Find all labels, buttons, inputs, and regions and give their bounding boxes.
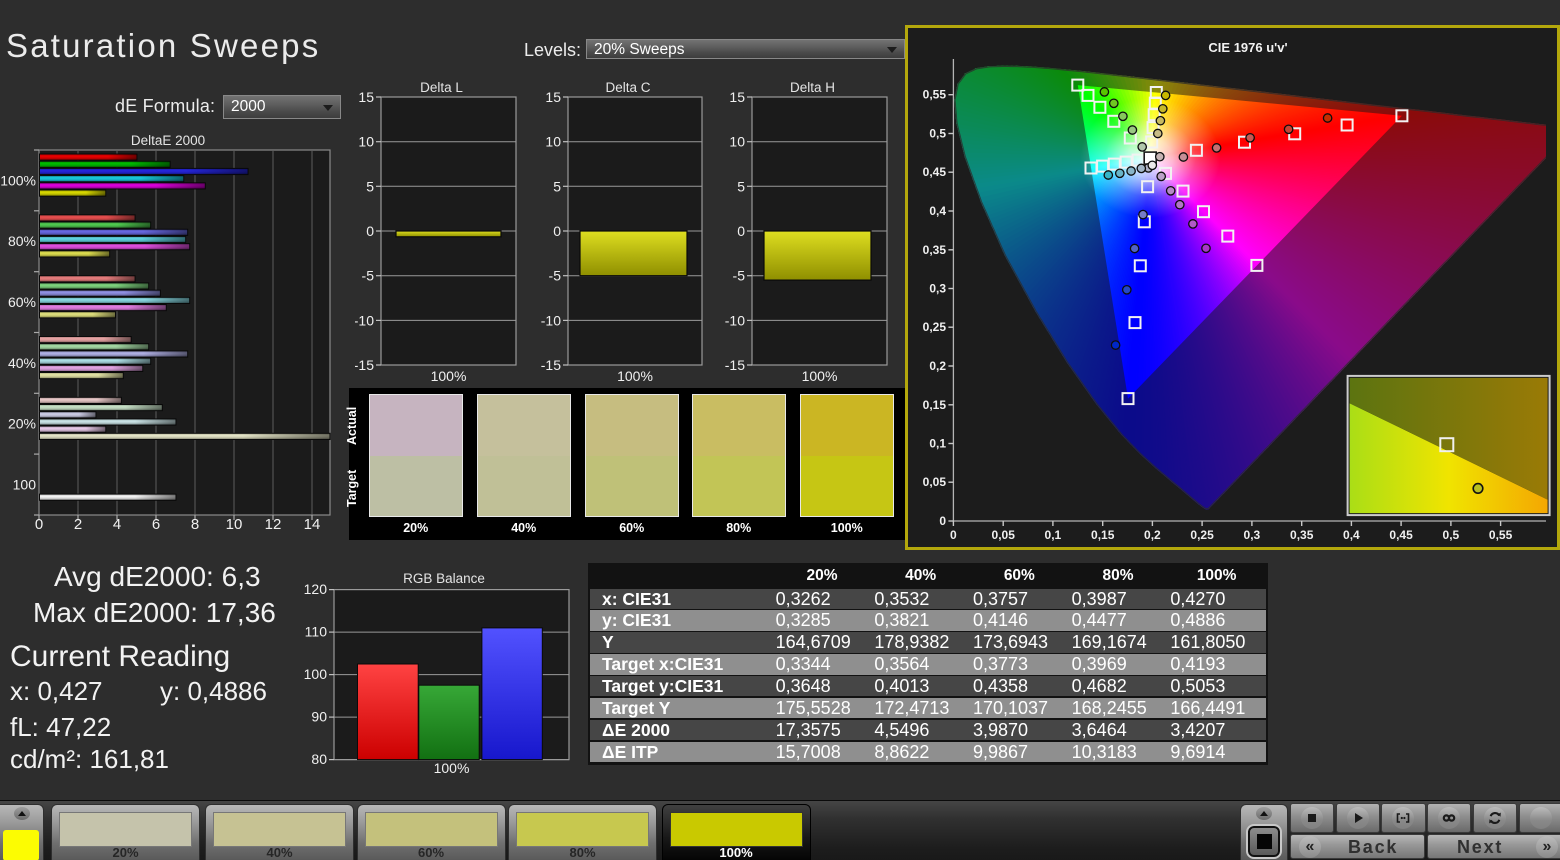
svg-text:0,4: 0,4 bbox=[1343, 528, 1360, 542]
svg-text:Delta C: Delta C bbox=[605, 80, 650, 95]
svg-text:0,5: 0,5 bbox=[1443, 528, 1460, 542]
svg-text:100%: 100% bbox=[617, 368, 653, 384]
svg-text:-15: -15 bbox=[355, 357, 374, 373]
svg-text:0,1: 0,1 bbox=[929, 437, 946, 451]
svg-text:12: 12 bbox=[265, 516, 282, 533]
svg-text:80%: 80% bbox=[8, 233, 36, 249]
svg-text:-15: -15 bbox=[725, 357, 745, 373]
svg-text:4: 4 bbox=[113, 516, 121, 533]
svg-text:0,35: 0,35 bbox=[1290, 528, 1314, 542]
svg-text:-10: -10 bbox=[725, 312, 745, 328]
svg-text:0,2: 0,2 bbox=[929, 359, 946, 373]
svg-text:0: 0 bbox=[366, 223, 374, 239]
svg-text:0,15: 0,15 bbox=[923, 398, 947, 412]
svg-text:0,3: 0,3 bbox=[929, 282, 946, 296]
svg-text:20%: 20% bbox=[8, 416, 36, 432]
svg-text:100%: 100% bbox=[802, 368, 838, 384]
svg-text:5: 5 bbox=[366, 178, 374, 194]
svg-text:15: 15 bbox=[358, 89, 374, 105]
svg-text:0,3: 0,3 bbox=[1244, 528, 1261, 542]
svg-text:0,05: 0,05 bbox=[992, 528, 1016, 542]
svg-text:0,2: 0,2 bbox=[1144, 528, 1161, 542]
svg-text:100%: 100% bbox=[0, 172, 36, 188]
svg-text:0,55: 0,55 bbox=[1489, 528, 1513, 542]
svg-text:0,45: 0,45 bbox=[923, 165, 947, 179]
svg-text:0,35: 0,35 bbox=[923, 243, 947, 257]
svg-text:0: 0 bbox=[939, 514, 946, 528]
svg-text:0,55: 0,55 bbox=[923, 88, 947, 102]
svg-text:0,5: 0,5 bbox=[929, 127, 946, 141]
svg-text:0,1: 0,1 bbox=[1045, 528, 1062, 542]
svg-text:RGB Balance: RGB Balance bbox=[403, 571, 485, 586]
svg-text:60%: 60% bbox=[8, 294, 36, 310]
svg-text:Delta L: Delta L bbox=[420, 80, 463, 95]
svg-text:6: 6 bbox=[152, 516, 160, 533]
svg-text:0: 0 bbox=[553, 223, 561, 239]
svg-text:120: 120 bbox=[304, 581, 328, 597]
svg-text:100: 100 bbox=[304, 666, 328, 682]
svg-text:40%: 40% bbox=[8, 355, 36, 371]
svg-text:CIE 1976 u'v': CIE 1976 u'v' bbox=[1208, 40, 1287, 55]
svg-text:90: 90 bbox=[311, 709, 327, 725]
svg-text:0,15: 0,15 bbox=[1091, 528, 1115, 542]
svg-text:0,05: 0,05 bbox=[923, 475, 947, 489]
svg-text:2: 2 bbox=[74, 516, 82, 533]
svg-text:-10: -10 bbox=[355, 312, 374, 328]
svg-text:0,45: 0,45 bbox=[1389, 528, 1413, 542]
svg-text:80: 80 bbox=[311, 751, 327, 767]
svg-text:0: 0 bbox=[737, 223, 745, 239]
svg-text:15: 15 bbox=[545, 89, 561, 105]
svg-text:0: 0 bbox=[950, 528, 957, 542]
svg-text:-5: -5 bbox=[549, 268, 562, 284]
svg-text:DeltaE 2000: DeltaE 2000 bbox=[131, 133, 205, 148]
svg-text:100%: 100% bbox=[431, 368, 467, 384]
svg-text:0,4: 0,4 bbox=[929, 204, 946, 218]
svg-text:14: 14 bbox=[304, 516, 321, 533]
svg-text:0,25: 0,25 bbox=[1190, 528, 1214, 542]
svg-text:15: 15 bbox=[729, 89, 745, 105]
svg-text:10: 10 bbox=[226, 516, 243, 533]
svg-text:0: 0 bbox=[35, 516, 43, 533]
svg-text:5: 5 bbox=[737, 178, 745, 194]
svg-text:-15: -15 bbox=[541, 357, 561, 373]
svg-text:-5: -5 bbox=[733, 268, 746, 284]
svg-text:Delta H: Delta H bbox=[790, 80, 835, 95]
svg-text:10: 10 bbox=[358, 134, 374, 150]
svg-text:5: 5 bbox=[553, 178, 561, 194]
svg-text:-5: -5 bbox=[362, 268, 375, 284]
svg-text:-10: -10 bbox=[541, 312, 561, 328]
svg-text:10: 10 bbox=[545, 134, 561, 150]
svg-text:100: 100 bbox=[13, 477, 37, 493]
svg-text:100%: 100% bbox=[434, 760, 470, 776]
svg-text:8: 8 bbox=[191, 516, 199, 533]
svg-text:110: 110 bbox=[305, 624, 328, 640]
svg-text:0,25: 0,25 bbox=[923, 320, 947, 334]
svg-text:10: 10 bbox=[729, 134, 745, 150]
